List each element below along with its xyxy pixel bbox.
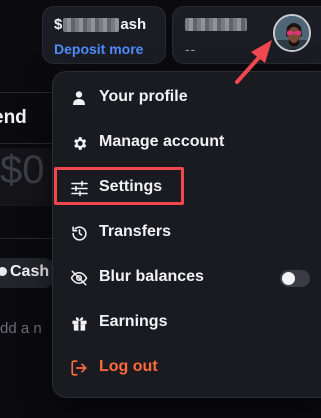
blurred-amount <box>63 17 120 32</box>
balance-value: -- <box>185 41 197 57</box>
cash-balance-card[interactable]: $ ash Deposit more <box>42 6 166 64</box>
gift-icon <box>70 314 88 332</box>
gear-icon <box>70 134 88 152</box>
menu-item-manage-account[interactable]: Manage account <box>54 121 321 165</box>
menu-item-label: Your profile <box>99 88 188 105</box>
history-icon <box>70 224 88 242</box>
menu-item-your-profile[interactable]: Your profile <box>54 76 321 120</box>
menu-item-earnings[interactable]: Earnings <box>54 301 321 345</box>
menu-item-settings[interactable]: Settings <box>54 166 321 210</box>
blur-balances-toggle[interactable] <box>280 270 310 287</box>
menu-item-label: Transfers <box>99 223 172 240</box>
menu-item-label: Settings <box>99 178 163 195</box>
menu-item-transfers[interactable]: Transfers <box>54 211 321 255</box>
account-dropdown-menu: Your profile Manage account Settings Tra… <box>52 71 321 398</box>
sliders-icon <box>70 179 88 197</box>
cash-label: Cash <box>10 263 50 280</box>
menu-item-blur-balances[interactable]: Blur balances <box>54 256 321 300</box>
logout-icon <box>70 359 88 377</box>
divider <box>0 238 60 239</box>
deposit-more-link[interactable]: Deposit more <box>54 41 143 57</box>
menu-item-label: Blur balances <box>99 268 204 285</box>
blurred-label <box>185 18 247 31</box>
menu-item-label: Earnings <box>99 313 168 330</box>
menu-item-label: Manage account <box>99 133 225 150</box>
menu-item-label: Log out <box>99 358 158 375</box>
person-icon <box>70 89 88 107</box>
add-note-placeholder[interactable]: dd a n <box>0 320 42 337</box>
menu-item-log-out[interactable]: Log out <box>54 346 321 390</box>
eye-off-icon <box>70 269 88 287</box>
cash-balance-title: $ ash <box>54 16 147 33</box>
amount-value: $0 <box>0 148 45 192</box>
user-avatar[interactable] <box>273 14 311 52</box>
